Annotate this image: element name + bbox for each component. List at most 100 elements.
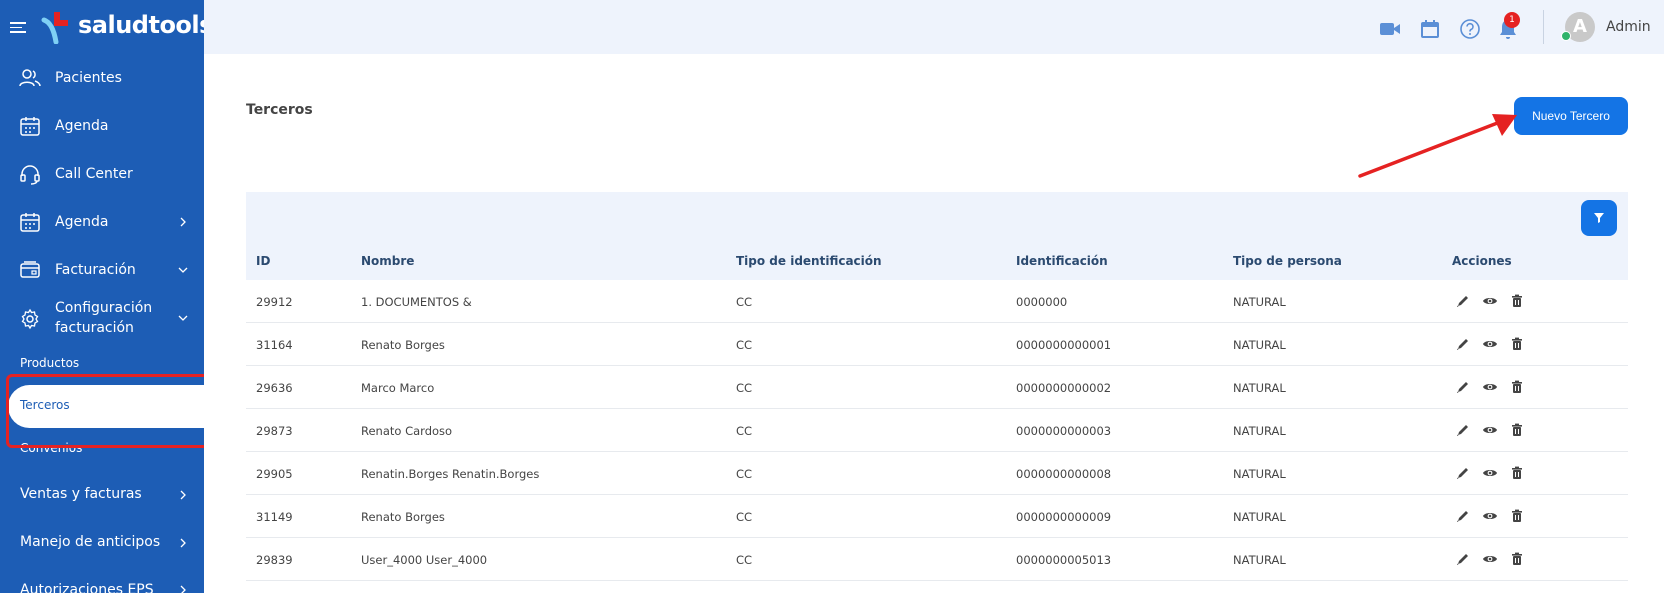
sidebar-item-agenda[interactable]: Agenda — [0, 114, 204, 138]
cell-identificacion: 0000000000003 — [1016, 424, 1112, 438]
column-header-identificacion[interactable]: Identificación — [1016, 254, 1108, 268]
annotation-highlight-box — [6, 374, 204, 448]
sidebar-item-label: Pacientes — [55, 70, 122, 86]
divider — [1543, 10, 1544, 44]
cell-tipo-identificacion: CC — [736, 424, 753, 438]
delete-icon[interactable] — [1509, 508, 1525, 524]
calendar-icon — [20, 213, 40, 232]
chevron-down-icon — [178, 315, 188, 321]
view-icon[interactable] — [1482, 551, 1498, 567]
cell-identificacion: 0000000000002 — [1016, 381, 1112, 395]
column-header-nombre[interactable]: Nombre — [361, 254, 414, 268]
sidebar-item-facturacion[interactable]: Facturación — [0, 258, 204, 282]
view-icon[interactable] — [1482, 508, 1498, 524]
sidebar-item-label: Agenda — [55, 214, 109, 230]
chevron-right-icon — [180, 490, 186, 500]
sidebar-item-pacientes[interactable]: Pacientes — [0, 66, 204, 90]
table-row[interactable]: 29839 User_4000 User_4000 CC 0000000005013 N… — [246, 538, 1628, 581]
edit-icon[interactable] — [1455, 465, 1471, 481]
table-row[interactable]: 31164 Renato Borges CC 0000000000001 NATURAL — [246, 323, 1628, 366]
delete-icon[interactable] — [1509, 422, 1525, 438]
cell-tipo-persona: NATURAL — [1233, 510, 1286, 524]
new-tercero-button[interactable]: Nuevo Tercero — [1514, 97, 1628, 135]
view-icon[interactable] — [1482, 465, 1498, 481]
cell-identificacion: 0000000000008 — [1016, 467, 1112, 481]
cell-id: 29839 — [256, 553, 293, 567]
filter-button[interactable] — [1581, 200, 1617, 236]
page-title: Terceros — [246, 102, 313, 118]
chevron-right-icon — [180, 217, 186, 227]
table-row[interactable]: 29905 Renatin.Borges Renatin.Borges CC 0000… — [246, 452, 1628, 495]
view-icon[interactable] — [1482, 293, 1498, 309]
cell-tipo-persona: NATURAL — [1233, 338, 1286, 352]
table-row[interactable]: 29636 Marco Marco CC 0000000000002 NATURAL — [246, 366, 1628, 409]
table-row[interactable]: 31149 Renato Borges CC 0000000000009 NATURAL — [246, 495, 1628, 538]
delete-icon[interactable] — [1509, 551, 1525, 567]
sidebar-item-ventas-facturas[interactable]: Ventas y facturas — [20, 486, 142, 502]
sidebar-item-label: Agenda — [55, 118, 109, 134]
cell-id: 29905 — [256, 467, 293, 481]
cell-tipo-persona: NATURAL — [1233, 467, 1286, 481]
headset-icon — [20, 165, 40, 185]
cell-tipo-identificacion: CC — [736, 338, 753, 352]
cell-nombre: User_4000 User_4000 — [361, 553, 488, 567]
video-icon[interactable] — [1379, 18, 1401, 40]
view-icon[interactable] — [1482, 422, 1498, 438]
cell-tipo-identificacion: CC — [736, 467, 753, 481]
cell-nombre: Marco Marco — [361, 381, 435, 395]
sidebar-item-call-center[interactable]: Call Center — [0, 162, 204, 186]
app-root: saludtools Pacientes Agenda Call Center … — [0, 0, 1664, 593]
cell-tipo-persona: NATURAL — [1233, 295, 1286, 309]
cell-tipo-persona: NATURAL — [1233, 553, 1286, 567]
help-icon[interactable] — [1459, 18, 1481, 40]
column-header-tipo-persona[interactable]: Tipo de persona — [1233, 254, 1342, 268]
cell-id: 29636 — [256, 381, 293, 395]
cell-identificacion: 0000000 — [1016, 295, 1068, 309]
edit-icon[interactable] — [1455, 422, 1471, 438]
cell-nombre: Renatin.Borges Renatin.Borges — [361, 467, 540, 481]
cell-tipo-persona: NATURAL — [1233, 424, 1286, 438]
logo-icon — [41, 12, 68, 44]
cell-nombre: Renato Borges — [361, 510, 445, 524]
table-row[interactable]: 29912 1. DOCUMENTOS & CC 0000000 NATURAL — [246, 280, 1628, 323]
column-header-id[interactable]: ID — [256, 254, 270, 268]
delete-icon[interactable] — [1509, 336, 1525, 352]
sidebar-item-autorizaciones-eps[interactable]: Autorizaciones EPS — [20, 582, 154, 593]
cell-id: 31149 — [256, 510, 293, 524]
edit-icon[interactable] — [1455, 551, 1471, 567]
sidebar-item-agenda-2[interactable]: Agenda — [0, 210, 204, 234]
sidebar-item-label: Call Center — [55, 166, 133, 182]
cell-id: 31164 — [256, 338, 293, 352]
delete-icon[interactable] — [1509, 465, 1525, 481]
terceros-table: ID Nombre Tipo de identificación Identif… — [246, 192, 1628, 593]
sidebar-subitem-productos[interactable]: Productos — [20, 356, 79, 370]
table-toolbar — [246, 192, 1628, 244]
chevron-right-icon — [180, 585, 186, 593]
cell-id: 29912 — [256, 295, 293, 309]
sidebar: saludtools Pacientes Agenda Call Center … — [0, 0, 204, 593]
edit-icon[interactable] — [1455, 379, 1471, 395]
sidebar-item-configuracion-facturacion[interactable]: Configuración facturación — [0, 298, 204, 338]
chevron-down-icon — [178, 267, 188, 273]
gear-icon — [21, 308, 39, 330]
user-name[interactable]: Admin — [1606, 19, 1651, 35]
table-header: ID Nombre Tipo de identificación Identif… — [246, 244, 1628, 280]
filter-icon — [1594, 213, 1604, 223]
cell-nombre: 1. DOCUMENTOS & — [361, 295, 472, 309]
delete-icon[interactable] — [1509, 293, 1525, 309]
sidebar-item-manejo-anticipos[interactable]: Manejo de anticipos — [20, 534, 160, 550]
chevron-right-icon — [180, 538, 186, 548]
column-header-tipo-identificacion[interactable]: Tipo de identificación — [736, 254, 882, 268]
cell-tipo-identificacion: CC — [736, 553, 753, 567]
edit-icon[interactable] — [1455, 293, 1471, 309]
view-icon[interactable] — [1482, 336, 1498, 352]
menu-icon[interactable] — [10, 22, 26, 33]
view-icon[interactable] — [1482, 379, 1498, 395]
brand-name: saludtools — [78, 11, 204, 39]
cell-tipo-persona: NATURAL — [1233, 381, 1286, 395]
edit-icon[interactable] — [1455, 508, 1471, 524]
table-row[interactable]: 29873 Renato Cardoso CC 0000000000003 NATURA… — [246, 409, 1628, 452]
calendar-icon[interactable] — [1419, 18, 1441, 40]
delete-icon[interactable] — [1509, 379, 1525, 395]
edit-icon[interactable] — [1455, 336, 1471, 352]
